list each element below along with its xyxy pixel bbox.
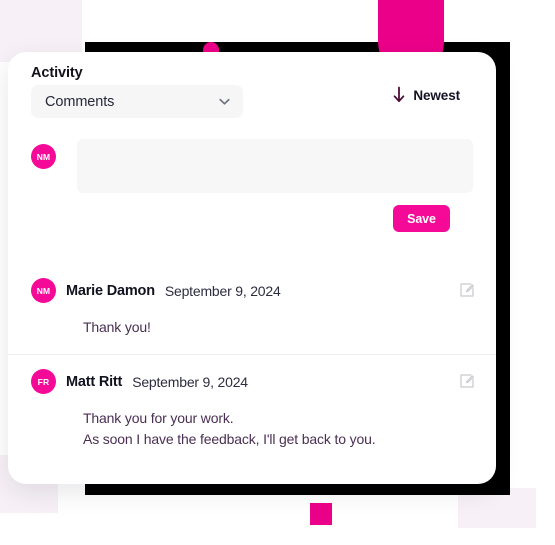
sort-order-label: Newest <box>413 87 460 103</box>
arrow-down-icon <box>392 86 406 104</box>
page-title: Activity <box>31 65 83 81</box>
comment-body: Thank you! <box>83 319 151 335</box>
edit-icon <box>459 283 475 301</box>
chevron-down-icon <box>217 94 232 109</box>
comment-list: NM Marie Damon September 9, 2024 Thank y… <box>8 264 496 466</box>
activity-filter-value: Comments <box>45 93 115 110</box>
comment-input[interactable] <box>77 139 473 193</box>
comment-author: Marie Damon <box>66 282 155 299</box>
save-button[interactable]: Save <box>393 205 450 232</box>
edit-comment-button[interactable] <box>459 282 475 298</box>
edit-comment-button[interactable] <box>459 373 475 389</box>
activity-panel: Activity Comments Newest NM Save NM Mari… <box>8 52 496 484</box>
avatar: NM <box>31 278 56 303</box>
comment-composer: NM <box>31 139 496 193</box>
comment-date: September 9, 2024 <box>164 282 281 299</box>
sort-order-button[interactable]: Newest <box>392 86 460 104</box>
comment-body: Thank you for your work. As soon I have … <box>83 410 376 447</box>
comment-header: NM Marie Damon September 9, 2024 <box>31 278 473 303</box>
comment-item: FR Matt Ritt September 9, 2024 Thank you… <box>8 354 496 466</box>
activity-filter-dropdown[interactable]: Comments <box>31 85 243 118</box>
comment-author: Matt Ritt <box>66 373 123 390</box>
edit-icon <box>459 374 475 392</box>
comment-item: NM Marie Damon September 9, 2024 Thank y… <box>8 264 496 354</box>
avatar: FR <box>31 369 56 394</box>
avatar: NM <box>31 144 56 169</box>
comment-date: September 9, 2024 <box>132 373 248 390</box>
comment-header: FR Matt Ritt September 9, 2024 <box>31 369 473 394</box>
decoration-pink-square <box>310 503 332 525</box>
screenshot-stage: Activity Comments Newest NM Save NM Mari… <box>0 0 555 545</box>
